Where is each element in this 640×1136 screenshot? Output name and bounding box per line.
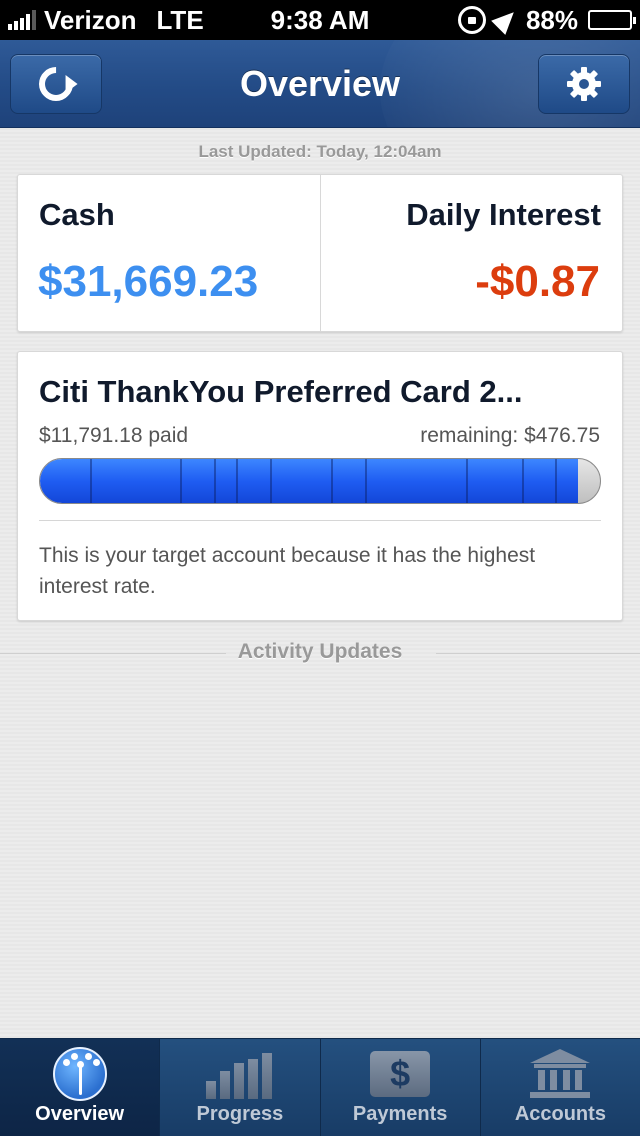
progress-segment-divider	[180, 459, 182, 503]
progress-segment-divider	[364, 459, 367, 503]
amount-remaining: remaining: $476.75	[420, 424, 600, 447]
progress-segment-divider	[465, 459, 468, 503]
daily-interest-label: Daily Interest	[406, 197, 601, 232]
navigation-bar: Overview	[0, 40, 640, 128]
tab-progress[interactable]: Progress	[159, 1039, 319, 1136]
progress-segment-divider	[90, 459, 93, 503]
activity-updates-header: Activity Updates	[0, 640, 640, 666]
tab-label: Overview	[35, 1103, 125, 1125]
location-arrow-icon	[491, 5, 521, 35]
settings-button[interactable]	[538, 54, 630, 114]
target-explanation: This is your target account because it h…	[39, 544, 536, 598]
tab-label: Accounts	[514, 1103, 606, 1125]
tab-label: Payments	[352, 1103, 448, 1125]
progress-segment-divider	[521, 459, 524, 503]
target-account-name: Citi ThankYou Preferred Card 2...	[39, 374, 523, 409]
tab-bar: Overview Progress $ Payments Accounts	[0, 1038, 640, 1136]
bank-icon	[530, 1049, 591, 1099]
tab-accounts[interactable]: Accounts	[479, 1039, 640, 1136]
daily-interest-value: -$0.87	[475, 257, 600, 306]
progress-segment-divider	[213, 459, 216, 503]
tab-payments[interactable]: $ Payments	[319, 1039, 480, 1136]
tab-label: Progress	[196, 1103, 284, 1125]
battery-percent: 88%	[525, 4, 578, 35]
payoff-progress-bar	[39, 458, 601, 504]
progress-segment-divider	[555, 459, 558, 503]
progress-segment-divider	[236, 459, 238, 503]
cash-value: $31,669.23	[38, 257, 259, 306]
dandelion-icon	[52, 1047, 107, 1101]
tab-overview[interactable]: Overview	[0, 1039, 160, 1136]
dollar-icon: $	[370, 1051, 431, 1097]
card-separator	[39, 520, 601, 521]
cash-label: Cash	[39, 197, 115, 232]
activity-updates-title: Activity Updates	[237, 640, 403, 663]
amount-paid: $11,791.18 paid	[39, 424, 189, 447]
battery-icon	[588, 10, 636, 30]
refresh-icon	[31, 59, 81, 109]
app-screen: Verizon LTE 9:38 AM 88% Overview Last Up…	[0, 0, 640, 1136]
last-updated-text: Last Updated: Today, 12:04am	[198, 142, 442, 161]
progress-segment-divider	[269, 459, 272, 503]
gear-icon	[567, 67, 601, 101]
refresh-button[interactable]	[10, 54, 102, 114]
target-account-card[interactable]: Citi ThankYou Preferred Card 2... $11,79…	[17, 351, 623, 621]
payoff-progress-fill	[40, 459, 579, 503]
summary-card: Cash $31,669.23 Daily Interest -$0.87	[17, 174, 623, 332]
card-divider	[320, 175, 321, 331]
status-bar: Verizon LTE 9:38 AM 88%	[0, 0, 640, 40]
rotation-lock-icon	[457, 6, 486, 34]
bar-chart-icon	[205, 1051, 274, 1099]
progress-segment-divider	[331, 459, 334, 503]
